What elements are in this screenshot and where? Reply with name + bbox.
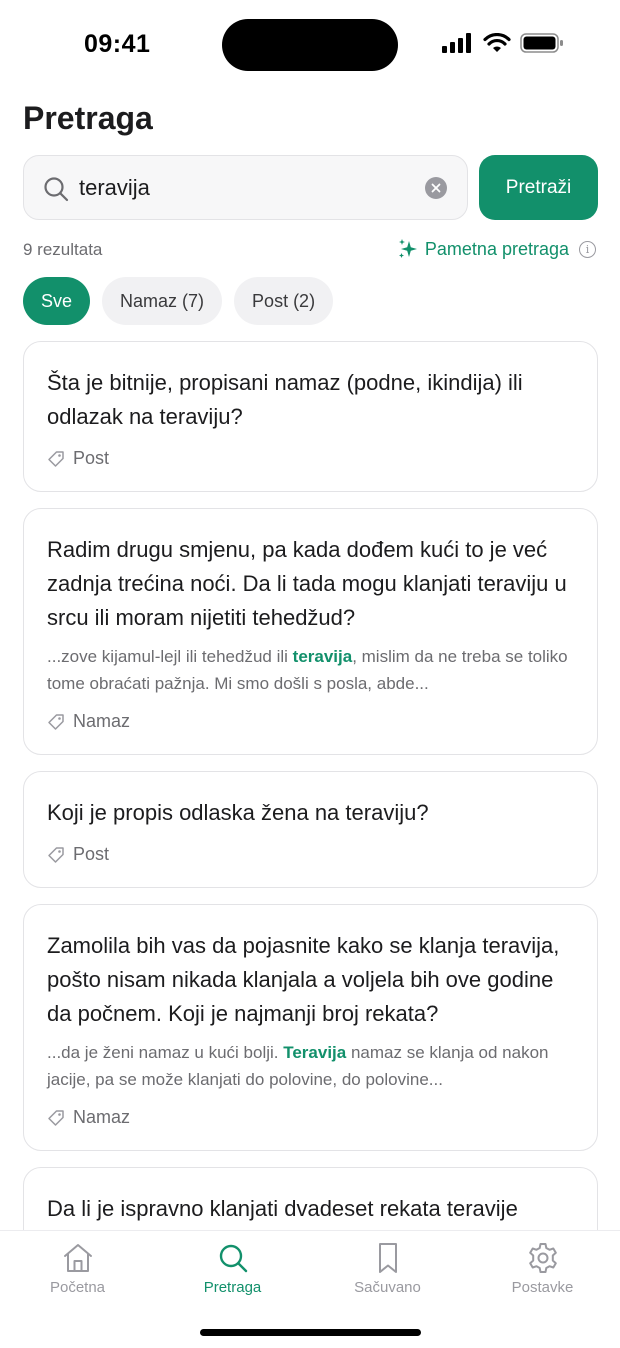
battery-icon [520, 33, 563, 53]
result-tag: Namaz [47, 711, 574, 732]
dynamic-island [222, 19, 398, 71]
result-tag-label: Post [73, 448, 110, 468]
tag-icon [48, 1109, 64, 1126]
result-title: Koji je propis odlaska žena na teraviju? [47, 800, 429, 825]
result-title: Radim drugu smjenu, pa kada dođem kući t… [47, 537, 567, 630]
wifi-icon [483, 33, 511, 52]
status-icons [442, 33, 564, 53]
result-tag: Namaz [47, 1107, 574, 1128]
search-box[interactable] [23, 155, 468, 220]
home-icon [63, 1244, 92, 1272]
result-card[interactable]: Šta je bitnije, propisani namaz (podne, … [23, 341, 598, 492]
results-count: 9 rezultata [23, 240, 103, 259]
smart-search-label: Pametna pretraga [424, 238, 569, 259]
close-icon [431, 183, 441, 193]
sparkle-icon [398, 239, 417, 258]
home-indicator [200, 1329, 421, 1336]
gear-icon [528, 1243, 557, 1273]
result-card[interactable]: Da li je ispravno klanjati dvadeset reka… [23, 1167, 598, 1230]
tab-home[interactable]: Početna [0, 1241, 155, 1296]
result-tag: Post [47, 844, 574, 865]
snippet-highlight: teravija [292, 647, 353, 666]
result-title: Šta je bitnije, propisani namaz (podne, … [47, 370, 523, 429]
search-icon [44, 177, 69, 202]
tab-saved[interactable]: Sačuvano [310, 1241, 465, 1296]
result-card[interactable]: Radim drugu smjenu, pa kada dođem kući t… [23, 508, 598, 755]
search-icon [219, 1244, 247, 1273]
cellular-signal-icon [442, 33, 471, 53]
tab-settings[interactable]: Postavke [465, 1241, 620, 1296]
smart-search-toggle[interactable]: Pametna pretraga i [397, 238, 596, 260]
clear-search-icon[interactable] [425, 177, 447, 199]
tag-icon [48, 450, 64, 467]
result-snippet: ...zove kijamul-lejl ili tehedžud ili te… [47, 647, 568, 693]
result-tag: Post [47, 448, 574, 469]
chip-all[interactable]: Sve [23, 277, 91, 325]
result-snippet: ...da je ženi namaz u kući bolji. Teravi… [47, 1043, 549, 1089]
tag-icon [48, 846, 64, 863]
result-tag-label: Namaz [73, 711, 131, 731]
search-button[interactable]: Pretraži [479, 155, 598, 220]
tab-settings-label: Postavke [511, 1279, 574, 1296]
snippet-highlight: Teravija [283, 1043, 347, 1062]
tab-home-label: Početna [49, 1279, 106, 1296]
result-tag-label: Post [73, 844, 110, 864]
result-card[interactable]: Zamolila bih vas da pojasnite kako se kl… [23, 904, 598, 1151]
tag-icon [48, 713, 64, 730]
result-title: Da li je ispravno klanjati dvadeset reka… [47, 1196, 518, 1221]
search-input[interactable] [79, 168, 409, 208]
bookmark-icon [378, 1243, 397, 1273]
chip-post[interactable]: Post (2) [234, 277, 334, 325]
result-title: Zamolila bih vas da pojasnite kako se kl… [47, 933, 560, 1026]
tab-saved-label: Sačuvano [354, 1279, 421, 1296]
chip-namaz[interactable]: Namaz (7) [102, 277, 223, 325]
page-title: Pretraga [23, 100, 153, 136]
tab-search[interactable]: Pretraga [155, 1241, 310, 1296]
result-tag-label: Namaz [73, 1107, 131, 1127]
filter-chips: Sve Namaz (7) Post (2) [23, 277, 334, 325]
status-time: 09:41 [84, 30, 151, 58]
tab-search-label: Pretraga [203, 1279, 262, 1296]
info-icon[interactable]: i [579, 240, 596, 258]
results-list: Šta je bitnije, propisani namaz (podne, … [23, 341, 598, 1230]
result-card[interactable]: Koji je propis odlaska žena na teraviju?… [23, 771, 598, 888]
status-bar: 09:41 [0, 0, 620, 92]
